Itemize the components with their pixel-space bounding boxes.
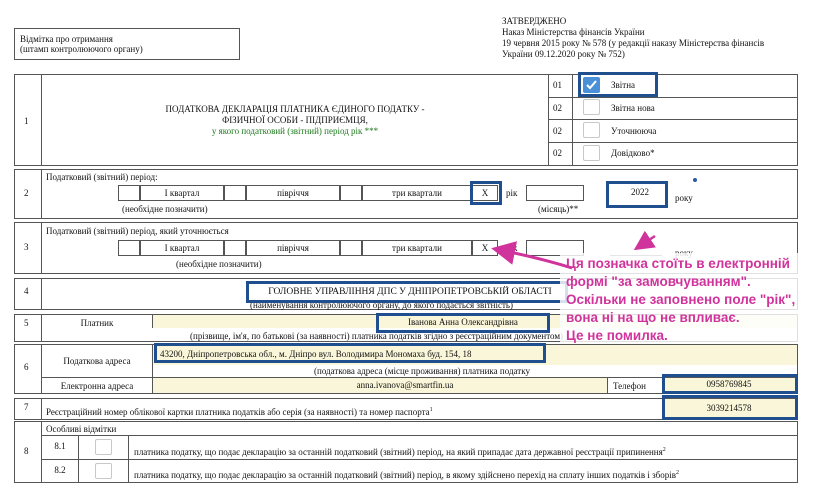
section1-num: 1	[24, 116, 29, 126]
highlight-tax-id	[662, 395, 798, 420]
type-label: Уточнююча	[611, 126, 657, 136]
email-label: Електронна адреса	[60, 381, 134, 391]
type-label: Довідково*	[611, 148, 655, 158]
type-checkbox-dovidkovo[interactable]	[583, 145, 600, 161]
highlight-address	[154, 343, 546, 363]
section3-num: 3	[24, 242, 29, 252]
highlight-tax-authority	[246, 281, 568, 303]
section4-num: 4	[24, 286, 29, 296]
special-row-divider	[42, 435, 798, 436]
tax-id-label-text: Реєстраційний номер облікової картки пла…	[46, 407, 430, 417]
period-half-label: півріччя	[277, 188, 309, 198]
approved-line3: України 09.12.2020 року № 752)	[502, 49, 625, 59]
type-row-divider	[548, 119, 798, 120]
special-checkbox-8-2[interactable]	[95, 463, 112, 479]
payer-label: Платник	[80, 318, 114, 328]
special-code: 8.2	[54, 465, 66, 475]
type-code: 02	[553, 148, 562, 158]
section2-num: 2	[24, 188, 29, 198]
special-footnote: 2	[662, 447, 666, 453]
type-code: 02	[553, 103, 562, 113]
approved-line2: 19 червня 2015 року № 578 (у редакції на…	[502, 38, 765, 48]
clarified-period-label: Податковий (звітний) період, який уточню…	[46, 226, 229, 236]
special-checkbox-8-1[interactable]	[95, 439, 112, 455]
period-cell	[340, 185, 362, 201]
special-text: платника податку, що подає декларацію за…	[134, 468, 679, 481]
period-label: Податковий (звітний) період:	[46, 172, 158, 182]
section8-num: 8	[24, 446, 29, 456]
special-marks-title: Особливі відмітки	[46, 424, 117, 434]
type-code: 01	[553, 80, 562, 90]
special-text-content: платника податку, що подає декларацію за…	[134, 447, 663, 457]
annotation-line4: вона ні на що не впливає.	[566, 310, 740, 325]
clarified-q1-label: І квартал	[164, 243, 200, 253]
period-cell	[118, 185, 140, 201]
period-cell	[118, 240, 140, 256]
section5-num: 5	[24, 318, 29, 328]
declaration-title-line2: ФІЗИЧНОЇ ОСОБИ - ПІДПРИЄМЦЯ,	[222, 115, 368, 125]
special-footnote: 2	[675, 470, 679, 476]
type-row-divider	[548, 142, 798, 143]
approved-line1: Наказ Міністерства фінансів України	[502, 27, 645, 37]
period-cell	[224, 240, 246, 256]
annotation-line2: формі "за замовчуванням".	[566, 274, 751, 289]
section6-num: 6	[24, 362, 29, 372]
special-row-divider	[42, 459, 798, 460]
special-code-divider	[78, 435, 79, 483]
dot-marker	[693, 178, 697, 182]
address-label: Податкова адреса	[63, 356, 131, 366]
section1-types-divider	[548, 74, 549, 166]
type-label: Звітна нова	[611, 103, 655, 113]
period-q1-label: І квартал	[164, 188, 200, 198]
phone-label: Телефон	[613, 381, 646, 391]
declaration-title-line1: ПОДАТКОВА ДЕКЛАРАЦІЯ ПЛАТНИКА ЄДИНОГО ПО…	[165, 104, 425, 114]
type-code: 02	[553, 126, 562, 136]
special-text: платника податку, що подає декларацію за…	[134, 445, 666, 458]
period-cell	[340, 240, 362, 256]
highlight-phone	[662, 374, 798, 394]
period-year-suffix: року	[675, 193, 693, 203]
clarified-note-left: (необхідне позначити)	[176, 259, 262, 269]
highlight-payer	[376, 313, 550, 333]
phone-label-divider	[607, 378, 608, 394]
type-row-divider	[548, 97, 798, 98]
type-code-divider	[572, 74, 573, 166]
clarified-q3-label: три квартали	[392, 243, 442, 253]
highlight-zvitna	[578, 72, 658, 97]
clarified-year-word: рік	[506, 243, 518, 253]
approved-title: ЗАТВЕРДЖЕНО	[502, 16, 567, 26]
email-value: anna.ivanova@smartfin.ua	[356, 380, 454, 390]
special-check-divider	[128, 435, 129, 483]
period-year-word: рік	[506, 188, 518, 198]
type-checkbox-utochnyuyucha[interactable]	[583, 122, 600, 138]
address-note: (податкова адреса (місце проживання) пла…	[314, 366, 530, 376]
period-cell	[224, 185, 246, 201]
period-q3-label: три квартали	[392, 188, 442, 198]
annotation-line5: Це не помилка.	[566, 328, 668, 343]
declaration-title-line3: у якого податковий (звітний) період рік …	[211, 126, 379, 136]
type-checkbox-zvitna-nova[interactable]	[583, 99, 600, 115]
highlight-year-value	[606, 181, 668, 208]
annotation-line3: Оскільки не заповнено поле "рік",	[566, 292, 796, 307]
period-month-cell[interactable]	[526, 185, 584, 201]
highlight-year-mark	[470, 181, 502, 205]
section7-num: 7	[24, 402, 29, 412]
tax-id-label: Реєстраційний номер облікової картки пла…	[46, 405, 433, 418]
period-note-left: (необхідне позначити)	[122, 204, 208, 214]
clarified-half-label: півріччя	[277, 243, 309, 253]
special-text-content: платника податку, що подає декларацію за…	[134, 470, 676, 480]
clarified-year-mark: X	[481, 243, 489, 253]
period-note-right: (місяць)**	[538, 204, 579, 214]
stamp-label-line2: (штамп контролюючого органу)	[20, 44, 143, 54]
annotation-line1: Ця позначка стоїть в електронній	[566, 256, 790, 271]
tax-id-footnote: 1	[429, 407, 433, 413]
special-code: 8.1	[54, 441, 66, 451]
